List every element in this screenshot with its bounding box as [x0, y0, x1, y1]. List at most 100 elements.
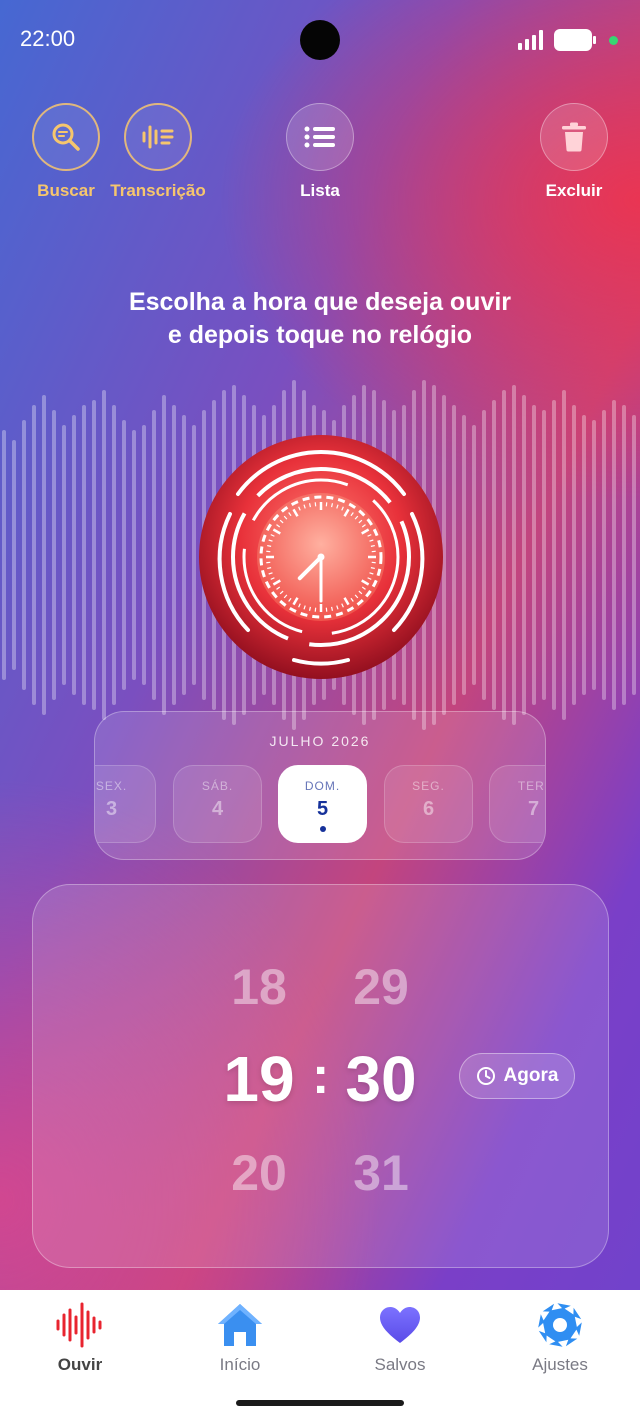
waveform-bar — [52, 410, 56, 700]
waveform-bar — [592, 420, 596, 690]
nav-item-settings[interactable]: Ajustes — [495, 1300, 625, 1375]
list-icon — [304, 126, 335, 148]
nav-label: Ouvir — [57, 1355, 103, 1374]
waveform-bar — [42, 395, 46, 715]
day-weekday: TER. — [517, 779, 545, 793]
waveform-bar — [602, 410, 606, 700]
clock-tick — [370, 567, 375, 570]
waveform-bar — [142, 425, 146, 685]
nav-item-home[interactable]: Início — [175, 1300, 305, 1375]
waveform-bar — [2, 430, 6, 680]
day-weekday: SÁB. — [201, 779, 234, 793]
hour-selected[interactable]: 19 — [204, 1042, 314, 1116]
transcription-label: Transcrição — [110, 181, 206, 200]
selected-dot — [319, 826, 326, 832]
waveform-bar — [502, 390, 506, 720]
date-picker: JULHO 2026 SEX. 3 SÁB. 4 DOM. 5 SEG. 6 T… — [94, 711, 546, 860]
waveform-bar — [532, 405, 536, 705]
nav-label: Ajustes — [532, 1355, 588, 1374]
waveform-bar — [132, 430, 136, 680]
waveform-bar — [492, 400, 496, 710]
list-label: Lista — [300, 181, 340, 200]
waveform-bar — [632, 415, 636, 695]
waveform-bar — [162, 395, 166, 715]
day-option[interactable]: SEX. 3 — [95, 765, 156, 843]
status-time: 22:00 — [20, 26, 76, 51]
waveform-bar — [462, 415, 466, 695]
waveform-bar — [622, 405, 626, 705]
delete-button[interactable]: Excluir — [504, 103, 640, 201]
day-number: 6 — [422, 798, 435, 820]
hour-previous[interactable]: 18 — [204, 958, 314, 1016]
signal-icon — [518, 30, 546, 50]
search-icon — [52, 123, 80, 151]
home-icon — [218, 1304, 262, 1346]
waveform-bar — [522, 395, 526, 715]
now-label: Agora — [503, 1065, 559, 1086]
nav-label: Início — [219, 1355, 261, 1374]
clock-tick — [308, 503, 311, 508]
delete-label: Excluir — [545, 181, 603, 200]
day-option[interactable]: TER. 7 — [489, 765, 545, 843]
heart-icon — [380, 1307, 420, 1343]
day-option[interactable]: SÁB. 4 — [173, 765, 262, 843]
clock-tick — [331, 606, 334, 611]
waveform-bar — [172, 405, 176, 705]
waveform-bar — [152, 410, 156, 700]
waveform-bar — [582, 415, 586, 695]
instruction-text: Escolha a hora que deseja ouvir e depois… — [0, 286, 640, 352]
waveform-bar — [122, 420, 126, 690]
home-indicator — [236, 1400, 404, 1406]
instruction-line-1: Escolha a hora que deseja ouvir — [128, 288, 512, 316]
waveform-icon — [56, 1302, 102, 1348]
waveform-bar — [482, 410, 486, 700]
day-option[interactable]: SEG. 6 — [384, 765, 473, 843]
waveform-bar — [82, 405, 86, 705]
waveform-bar — [182, 415, 186, 695]
day-option-selected[interactable]: DOM. 5 — [278, 765, 367, 843]
nav-item-saved[interactable]: Salvos — [335, 1300, 465, 1375]
gear-icon — [538, 1303, 582, 1347]
waveform-bar — [552, 400, 556, 710]
list-button[interactable]: Lista — [250, 103, 390, 201]
transcription-icon — [142, 125, 174, 149]
minute-selected[interactable]: 30 — [326, 1042, 436, 1116]
waveform-bar — [452, 405, 456, 705]
instruction-line-2: e depois toque no relógio — [167, 321, 473, 349]
trash-icon — [562, 122, 586, 152]
transcription-button[interactable]: Transcrição — [88, 103, 228, 201]
waveform-bar — [72, 415, 76, 695]
day-number: 7 — [527, 798, 540, 820]
waveform-bar — [62, 425, 66, 685]
minute-next[interactable]: 31 — [326, 1144, 436, 1202]
clock-tick — [267, 567, 272, 570]
waveform-bar — [512, 385, 516, 725]
clock-icon — [476, 1067, 495, 1085]
nav-label: Salvos — [374, 1355, 426, 1374]
day-weekday: SEG. — [412, 779, 445, 793]
privacy-indicator — [609, 36, 618, 45]
day-number: 3 — [105, 798, 118, 820]
day-weekday: DOM. — [304, 779, 341, 793]
month-label: JULHO 2026 — [269, 733, 371, 749]
day-number: 5 — [316, 798, 329, 820]
clock-tick — [267, 544, 272, 547]
clock-button[interactable] — [198, 434, 444, 680]
waveform-bar — [192, 425, 196, 685]
waveform-bar — [612, 400, 616, 710]
clock-tick — [331, 503, 334, 508]
waveform-bar — [102, 390, 106, 720]
waveform-bar — [12, 440, 16, 670]
camera-cutout — [300, 20, 340, 60]
clock-tick — [308, 606, 311, 611]
battery-icon — [554, 29, 596, 51]
clock-tick — [370, 544, 375, 547]
minute-previous[interactable]: 29 — [326, 958, 436, 1016]
waveform-bar — [32, 405, 36, 705]
waveform-bar — [112, 405, 116, 705]
hour-next[interactable]: 20 — [204, 1144, 314, 1202]
now-button[interactable]: Agora — [459, 1053, 575, 1099]
nav-item-listen[interactable]: Ouvir — [15, 1300, 145, 1375]
waveform-bar — [472, 425, 476, 685]
day-weekday: SEX. — [95, 779, 128, 793]
